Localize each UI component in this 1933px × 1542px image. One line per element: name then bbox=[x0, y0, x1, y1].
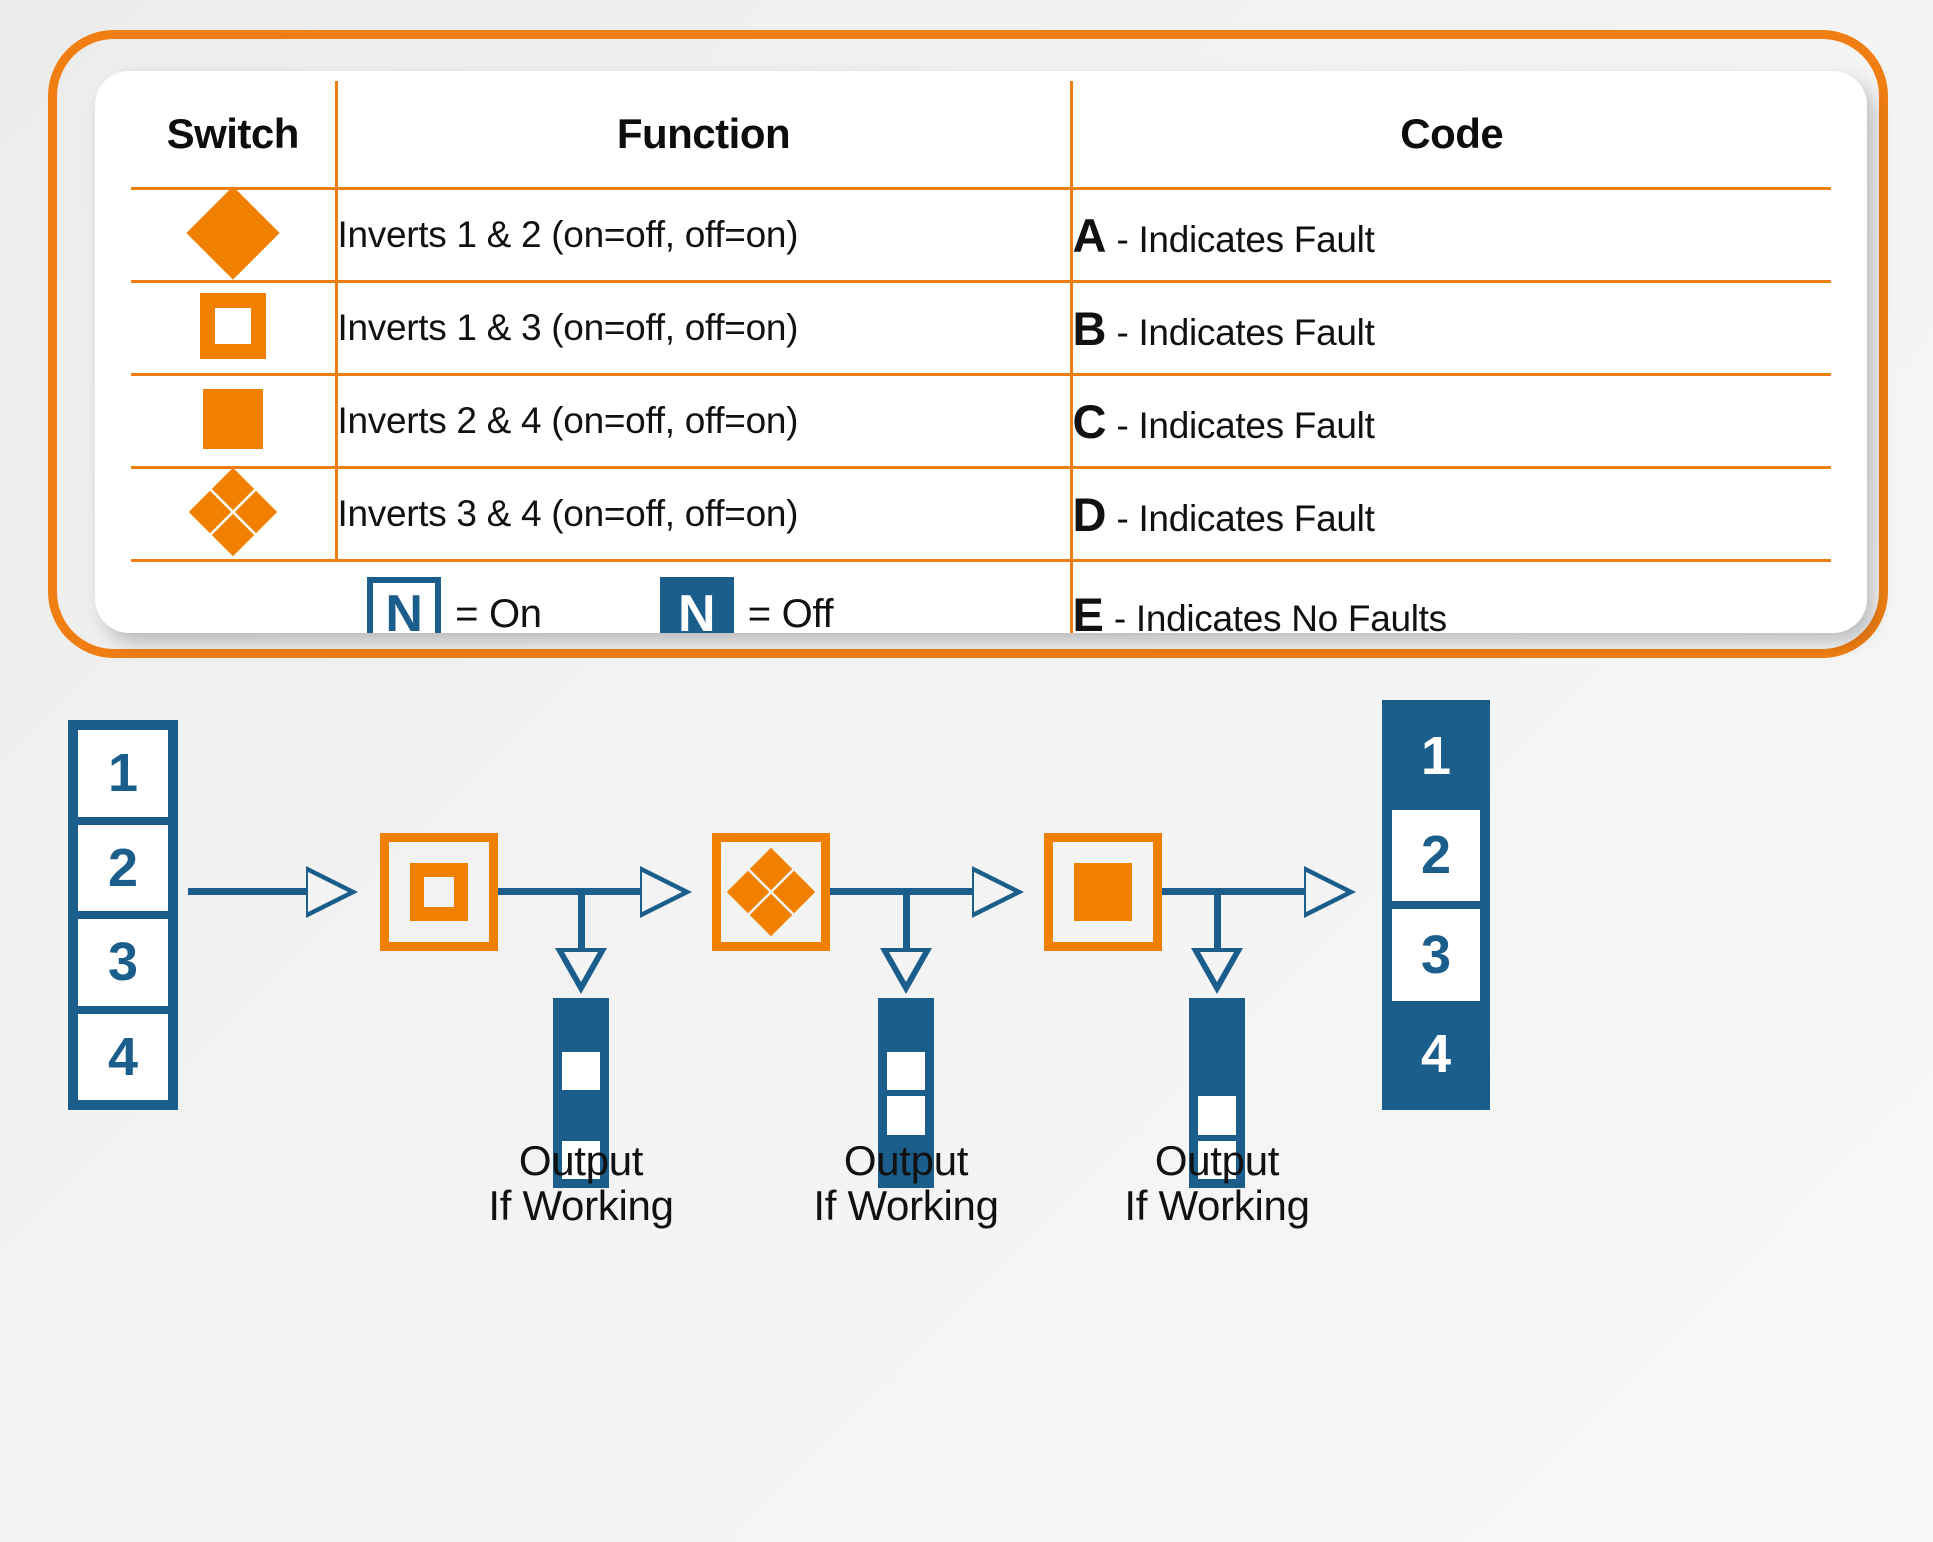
tap-1-bit-3 bbox=[559, 1093, 603, 1138]
switch-flow-diagram: 1 2 3 4 1 2 3 4 Output If Working Output… bbox=[0, 660, 1933, 1540]
tap-2-label: Output If Working bbox=[813, 1137, 999, 1230]
output-register: 1 2 3 4 bbox=[1382, 700, 1490, 1110]
input-bit-3: 3 bbox=[74, 915, 172, 1010]
code-letter: B bbox=[1072, 301, 1107, 355]
legend-off: N = Off bbox=[659, 577, 834, 634]
code-letter: C bbox=[1072, 394, 1107, 448]
output-bit-2: 2 bbox=[1388, 805, 1484, 905]
code-cell: A - Indicates Fault bbox=[1069, 187, 1831, 282]
legend-card: Switch Function Code Inverts 1 & 2 (on=o… bbox=[48, 30, 1888, 658]
tap-1-wire bbox=[578, 892, 585, 954]
code-description: - Indicates Fault bbox=[1116, 497, 1375, 539]
output-bit-4: 4 bbox=[1388, 1004, 1484, 1104]
wire-input-to-gate1 bbox=[188, 888, 318, 895]
arrow-into-gate3-inner bbox=[974, 872, 1014, 912]
legend-on-label: = On bbox=[455, 591, 542, 634]
legend-card-inner: Switch Function Code Inverts 1 & 2 (on=o… bbox=[95, 71, 1867, 633]
output-bit-1: 1 bbox=[1388, 706, 1484, 806]
tap-3-label: Output If Working bbox=[1124, 1137, 1310, 1230]
tap-2-arrow-inner bbox=[889, 952, 923, 982]
input-register: 1 2 3 4 bbox=[68, 720, 178, 1110]
code-description: - Indicates Fault bbox=[1116, 218, 1375, 260]
header-function: Function bbox=[334, 81, 1071, 189]
gate-2[interactable] bbox=[712, 833, 830, 951]
switch-off-icon: N bbox=[659, 577, 734, 633]
tap-2-bit-3 bbox=[884, 1093, 928, 1138]
legend-on: N = On bbox=[367, 577, 542, 633]
code-description: - Indicates No Faults bbox=[1113, 597, 1447, 634]
legend-off-label: = Off bbox=[747, 591, 834, 634]
tap-3-wire bbox=[1214, 892, 1221, 954]
code-cell: B - Indicates Fault bbox=[1069, 280, 1831, 375]
tap-3-arrow-inner bbox=[1200, 952, 1234, 982]
table-row: Inverts 3 & 4 (on=off, off=on) D - Indic… bbox=[131, 466, 1831, 561]
diamond-filled-icon bbox=[186, 185, 280, 280]
header-switch: Switch bbox=[166, 110, 300, 157]
square-filled-icon bbox=[1074, 863, 1132, 921]
arrow-into-gate2-inner bbox=[642, 872, 682, 912]
table-row: Inverts 1 & 2 (on=off, off=on) A - Indic… bbox=[131, 185, 1831, 282]
tap-3-bit-1 bbox=[1195, 1004, 1239, 1049]
gate-1[interactable] bbox=[380, 833, 498, 951]
table-row: Inverts 2 & 4 (on=off, off=on) C - Indic… bbox=[131, 373, 1831, 468]
code-letter: A bbox=[1072, 208, 1107, 262]
wire-gate1-to-gate2 bbox=[498, 888, 650, 895]
tap-2-bit-1 bbox=[884, 1004, 928, 1049]
tap-1-bit-1 bbox=[559, 1004, 603, 1049]
gate-3[interactable] bbox=[1044, 833, 1162, 951]
arrow-into-gate1-inner bbox=[308, 872, 348, 912]
switch-legend-table: Switch Function Code Inverts 1 & 2 (on=o… bbox=[131, 81, 1831, 633]
table-header-row: Switch Function Code bbox=[131, 81, 1831, 189]
switch-glyph-cell bbox=[131, 280, 336, 375]
quad-diamond-icon bbox=[188, 467, 277, 556]
function-text: Inverts 2 & 4 (on=off, off=on) bbox=[334, 373, 1071, 468]
table-row: Inverts 1 & 3 (on=off, off=on) B - Indic… bbox=[131, 280, 1831, 375]
tap-1-label: Output If Working bbox=[488, 1137, 674, 1230]
input-bit-2: 2 bbox=[74, 820, 172, 915]
square-outline-icon bbox=[410, 863, 468, 921]
square-filled-icon bbox=[202, 388, 263, 449]
switch-glyph-cell bbox=[131, 373, 336, 468]
square-outline-icon bbox=[199, 292, 266, 359]
code-description: - Indicates Fault bbox=[1116, 311, 1375, 353]
switch-glyph-cell bbox=[131, 185, 336, 282]
output-bit-3: 3 bbox=[1388, 905, 1484, 1005]
tap-1-bit-2 bbox=[559, 1048, 603, 1093]
input-bit-4: 4 bbox=[74, 1009, 172, 1104]
function-text: Inverts 1 & 3 (on=off, off=on) bbox=[334, 280, 1071, 375]
code-cell: C - Indicates Fault bbox=[1069, 373, 1831, 468]
header-code: Code bbox=[1069, 81, 1831, 189]
code-letter: E bbox=[1072, 587, 1104, 634]
onoff-legend-row: N = On N = Off E - Indicates No Faults bbox=[131, 559, 1831, 634]
onoff-legend-cell: N = On N = Off bbox=[131, 559, 1071, 634]
tap-1-arrow-inner bbox=[564, 952, 598, 982]
tap-2-wire bbox=[903, 892, 910, 954]
function-text: Inverts 1 & 2 (on=off, off=on) bbox=[334, 187, 1071, 282]
quad-diamond-icon bbox=[726, 847, 816, 937]
tap-3-bit-3 bbox=[1195, 1093, 1239, 1138]
tap-2-bit-2 bbox=[884, 1048, 928, 1093]
code-cell: D - Indicates Fault bbox=[1069, 466, 1831, 561]
code-letter: D bbox=[1072, 487, 1107, 541]
code-cell: E - Indicates No Faults bbox=[1069, 559, 1831, 634]
code-description: - Indicates Fault bbox=[1116, 404, 1375, 446]
function-text: Inverts 3 & 4 (on=off, off=on) bbox=[334, 466, 1071, 561]
switch-on-icon: N bbox=[367, 577, 442, 633]
tap-3-bit-2 bbox=[1195, 1048, 1239, 1093]
wire-gate3-to-output bbox=[1162, 888, 1314, 895]
switch-glyph-cell bbox=[131, 466, 336, 561]
input-bit-1: 1 bbox=[74, 726, 172, 821]
arrow-into-output-inner bbox=[1306, 872, 1346, 912]
